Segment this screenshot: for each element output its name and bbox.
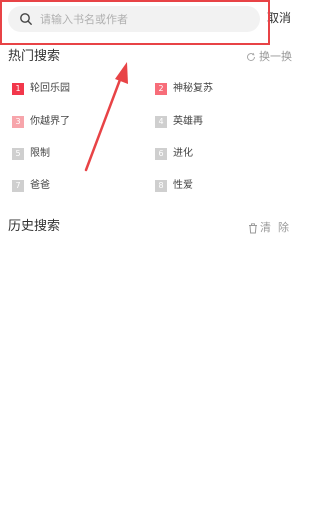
arrow-annotation — [84, 62, 128, 172]
clear-history-button[interactable]: 清 除 — [248, 221, 289, 235]
hot-item-2[interactable]: 2 神秘复苏 — [155, 82, 213, 96]
search-icon — [20, 13, 32, 25]
hot-item-label: 你越界了 — [30, 116, 70, 127]
history-search-title: 历史搜索 — [8, 219, 61, 234]
hot-item-4[interactable]: 4 英雄再 — [155, 115, 203, 129]
rank-badge: 8 — [155, 180, 167, 192]
hot-item-8[interactable]: 8 性爱 — [155, 179, 193, 193]
rank-badge: 1 — [12, 83, 24, 95]
hot-item-label: 英雄再 — [173, 116, 203, 127]
refresh-label: 换一换 — [259, 50, 292, 63]
refresh-button[interactable]: 换一换 — [246, 50, 292, 64]
rank-badge: 7 — [12, 180, 24, 192]
hot-item-5[interactable]: 5 限制 — [12, 147, 50, 161]
search-bar[interactable] — [8, 6, 260, 32]
hot-item-6[interactable]: 6 进化 — [155, 147, 193, 161]
clear-label: 清 除 — [260, 221, 289, 234]
hot-item-7[interactable]: 7 爸爸 — [12, 179, 50, 193]
hot-item-label: 限制 — [30, 148, 50, 159]
trash-icon — [249, 222, 257, 233]
hot-item-1[interactable]: 1 轮回乐园 — [12, 82, 70, 96]
cancel-button[interactable]: 取消 — [267, 11, 291, 25]
hot-search-title: 热门搜索 — [8, 49, 61, 64]
rank-badge: 2 — [155, 83, 167, 95]
rank-badge: 3 — [12, 116, 24, 128]
rank-badge: 4 — [155, 116, 167, 128]
hot-item-label: 性爱 — [173, 180, 193, 191]
hot-item-label: 神秘复苏 — [173, 83, 213, 94]
hot-item-label: 爸爸 — [30, 180, 50, 191]
search-input[interactable] — [40, 9, 250, 29]
hot-item-3[interactable]: 3 你越界了 — [12, 115, 70, 129]
refresh-icon — [247, 52, 256, 62]
rank-badge: 5 — [12, 148, 24, 160]
rank-badge: 6 — [155, 148, 167, 160]
hot-item-label: 轮回乐园 — [30, 83, 70, 94]
hot-item-label: 进化 — [173, 148, 193, 159]
